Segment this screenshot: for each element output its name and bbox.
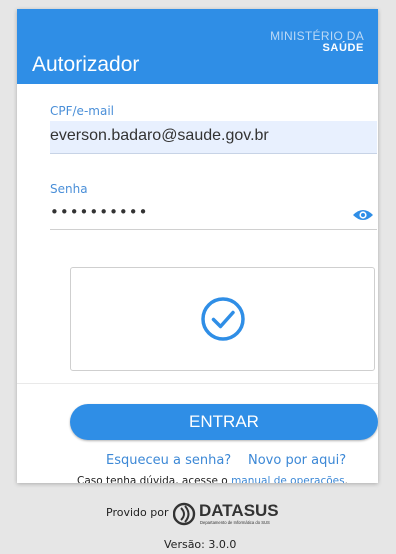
enter-button[interactable]: ENTRAR <box>70 404 378 440</box>
captcha-box[interactable] <box>70 267 375 371</box>
card-header: MINISTÉRIO DA SAÚDE Autorizador <box>17 9 378 84</box>
eye-icon[interactable] <box>352 208 374 222</box>
login-card: MINISTÉRIO DA SAÚDE Autorizador CPF/e-ma… <box>17 9 378 483</box>
manual-link[interactable]: manual de operações <box>231 475 345 483</box>
datasus-logo: DATASUS Departamento de Informática do S… <box>173 501 279 526</box>
email-field[interactable]: everson.badaro@saude.gov.br <box>50 121 377 154</box>
ministry-line2: SAÚDE <box>322 42 364 54</box>
help-prefix: Caso tenha dúvida, acesse o <box>77 475 228 483</box>
forgot-password-link[interactable]: Esqueceu a senha? <box>106 453 231 468</box>
app-title: Autorizador <box>32 53 140 76</box>
datasus-logo-icon <box>173 502 196 526</box>
version-text: Versão: 3.0.0 <box>164 538 237 551</box>
divider <box>17 383 378 384</box>
password-label: Senha <box>50 182 88 196</box>
help-suffix: . <box>344 475 348 483</box>
check-circle-icon <box>201 297 245 341</box>
ministry-line1: MINISTÉRIO DA <box>270 29 364 43</box>
ministry-logo: MINISTÉRIO DA SAÚDE <box>270 30 364 54</box>
help-text: Caso tenha dúvida, acesse o manual de op… <box>77 475 348 483</box>
email-label: CPF/e-mail <box>50 104 114 118</box>
datasus-logo-sub: Departamento de Informática do SUS <box>200 520 270 525</box>
password-field[interactable]: •••••••••• <box>50 201 377 230</box>
datasus-logo-name: DATASUS <box>199 501 279 520</box>
provided-by-text: Provido por <box>106 506 169 519</box>
new-user-link[interactable]: Novo por aqui? <box>248 453 346 468</box>
